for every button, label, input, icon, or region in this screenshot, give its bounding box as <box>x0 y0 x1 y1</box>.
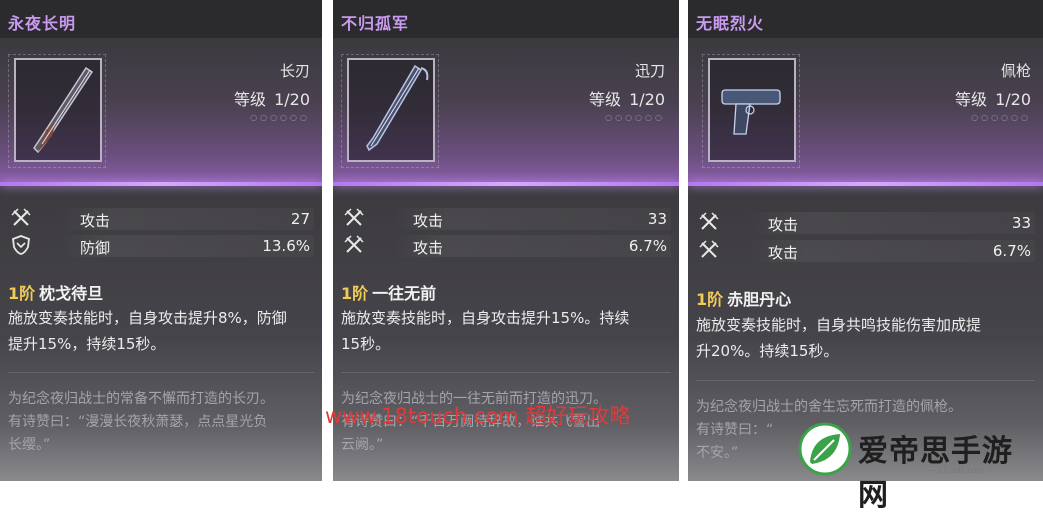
weapon-level: 等级 1/20 <box>955 86 1031 110</box>
brand-url: — cn.ads.com — <box>928 466 995 475</box>
attack-icon <box>344 208 364 226</box>
stat-value: 6.7% <box>628 237 667 255</box>
skill-rank: 1阶 <box>341 284 369 303</box>
rarity-glow-line <box>333 182 679 186</box>
skill-desc-line: 施放变奏技能时，自身攻击提升8%，防御 <box>8 309 287 327</box>
pistol-icon <box>721 89 781 135</box>
stat-value: 33 <box>1011 214 1031 232</box>
stat-row-defense: 防御 13.6% <box>0 233 322 259</box>
level-label: 等级 <box>589 90 622 109</box>
divider <box>696 380 1035 381</box>
skill-desc-line: 提升15%，持续15秒。 <box>8 335 166 353</box>
skill-description: 施放变奏技能时，自身共鸣技能伤害加成提 升20%。持续15秒。 <box>696 312 1035 364</box>
attack-icon <box>11 208 31 226</box>
skill-rank: 1阶 <box>8 284 36 303</box>
brand-badge: 爱帝思手游网 — cn.ads.com — <box>798 418 1038 513</box>
stat-name: 攻击 <box>80 212 111 230</box>
stat-row-attack: 攻击 33 <box>688 210 1043 236</box>
skill-name: 一往无前 <box>372 284 437 303</box>
stat-value: 27 <box>290 210 310 228</box>
lore-line: 为纪念夜归战士的常备不懈而打造的长刃。 <box>8 391 274 407</box>
weapon-image <box>14 58 102 162</box>
skill-description: 施放变奏技能时，自身攻击提升15%。持续 15秒。 <box>341 305 671 357</box>
weapon-image <box>347 58 435 162</box>
stat-value: 13.6% <box>262 237 310 255</box>
stat-row-attack-percent: 攻击 6.7% <box>688 238 1043 264</box>
stat-name: 攻击 <box>413 212 444 230</box>
skill-name: 枕戈待旦 <box>39 284 104 303</box>
level-value: 1/20 <box>995 90 1031 109</box>
lore-text: 为纪念夜归战士的常备不懈而打造的长刃。 有诗赞曰：“漫漫长夜秋萧瑟，点点星光负 … <box>8 388 314 457</box>
level-value: 1/20 <box>274 90 310 109</box>
divider <box>341 372 671 373</box>
weapon-title: 永夜长明 <box>8 14 77 33</box>
rarity-glow-line <box>0 182 322 186</box>
skill-header: 1阶 一往无前 <box>341 280 436 304</box>
sword-icon <box>366 64 429 152</box>
stat-value: 6.7% <box>992 242 1031 260</box>
skill-desc-line: 升20%。持续15秒。 <box>696 342 839 360</box>
weapon-level: 等级 1/20 <box>589 86 665 110</box>
stat-row-attack-percent: 攻击 6.7% <box>333 233 679 259</box>
stat-name: 防御 <box>80 239 111 257</box>
stat-name: 攻击 <box>768 216 799 234</box>
lore-line: 有诗赞曰：“漫漫长夜秋萧瑟，点点星光负 <box>8 414 268 430</box>
refine-dots: ○○○○○○ <box>250 113 310 122</box>
lore-line: 为纪念夜归战士的舍生忘死而打造的佩枪。 <box>696 399 962 415</box>
stat-name: 攻击 <box>413 239 444 257</box>
weapon-card-yongye[interactable]: 永夜长明 长刃 等级 1/20 ○○○○○○ 攻击 27 防御 13.6% 1阶… <box>0 0 322 481</box>
weapon-level: 等级 1/20 <box>234 86 310 110</box>
attack-icon <box>344 235 364 253</box>
stat-name: 攻击 <box>768 244 799 262</box>
skill-rank: 1阶 <box>696 290 724 309</box>
long-blade-icon <box>33 66 94 154</box>
level-value: 1/20 <box>629 90 665 109</box>
weapon-title: 不归孤军 <box>341 14 410 33</box>
level-label: 等级 <box>234 90 267 109</box>
rarity-glow-line <box>688 182 1043 186</box>
weapon-card-wumian[interactable]: 无眠烈火 佩枪 等级 1/20 ○○○○○○ 攻击 33 攻击 6.7% 1阶 … <box>688 0 1043 481</box>
weapon-type: 长刃 <box>279 62 310 80</box>
defense-icon <box>12 235 30 255</box>
leaf-logo-icon <box>798 422 852 476</box>
weapon-type: 佩枪 <box>1000 62 1031 80</box>
stat-row-attack: 攻击 33 <box>333 206 679 232</box>
skill-desc-line: 15秒。 <box>341 335 391 353</box>
refine-dots: ○○○○○○ <box>605 113 665 122</box>
divider <box>8 372 314 373</box>
skill-name: 赤胆丹心 <box>727 290 792 309</box>
skill-desc-line: 施放变奏技能时，自身攻击提升15%。持续 <box>341 309 630 327</box>
attack-icon <box>699 240 719 258</box>
attack-icon <box>699 212 719 230</box>
skill-desc-line: 施放变奏技能时，自身共鸣技能伤害加成提 <box>696 316 982 334</box>
watermark-text: www.18touch.com 超好玩攻略 <box>325 404 631 428</box>
lore-line: 云阙。” <box>341 437 384 453</box>
weapon-type: 迅刀 <box>634 62 665 80</box>
weapon-title: 无眠烈火 <box>696 14 765 33</box>
level-label: 等级 <box>955 90 988 109</box>
skill-header: 1阶 赤胆丹心 <box>696 286 791 310</box>
skill-header: 1阶 枕戈待旦 <box>8 280 103 304</box>
lore-line: 长缨。” <box>8 437 51 453</box>
refine-dots: ○○○○○○ <box>971 113 1031 122</box>
stat-row-attack: 攻击 27 <box>0 206 322 232</box>
weapon-image <box>708 58 796 162</box>
skill-description: 施放变奏技能时，自身攻击提升8%，防御 提升15%，持续15秒。 <box>8 305 314 357</box>
stat-value: 33 <box>647 210 667 228</box>
